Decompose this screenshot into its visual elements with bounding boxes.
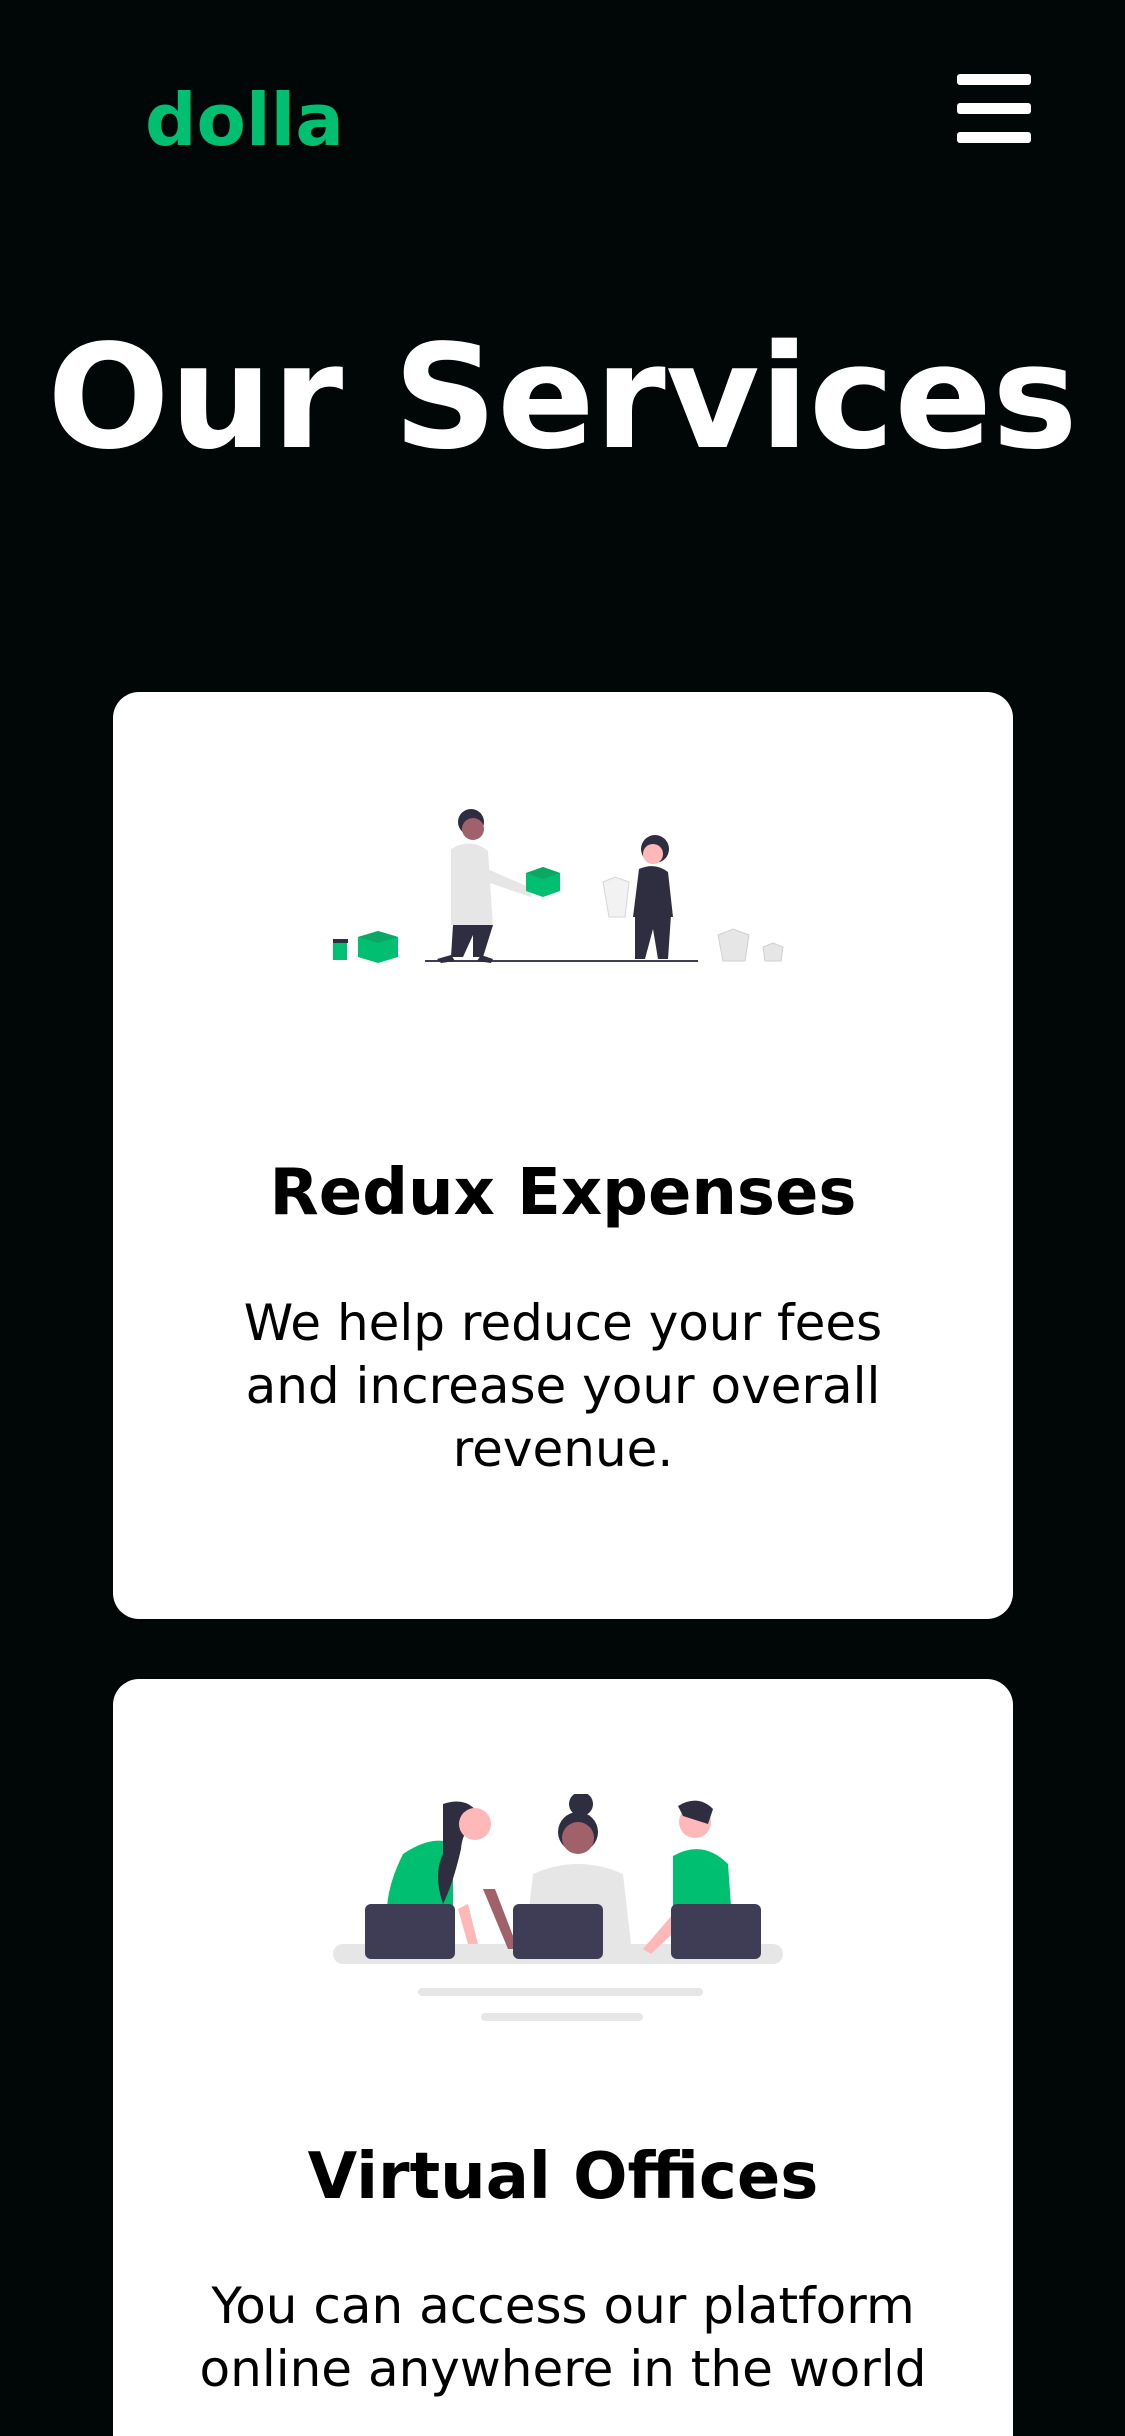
section-title: Our Services: [47, 313, 1078, 481]
menu-bar-top: [957, 74, 1031, 85]
team-working-illustration: [333, 1794, 783, 2021]
card-description: You can access our platform online anywh…: [199, 2277, 927, 2398]
navbar: dolla: [0, 0, 1125, 240]
hamburger-menu-icon[interactable]: [955, 70, 1033, 146]
service-card-redux-expenses: Redux Expenses We help reduce your fees …: [113, 692, 1013, 1619]
menu-bar-bottom: [957, 132, 1031, 143]
logo-link[interactable]: dolla: [145, 78, 344, 162]
card-title: Redux Expenses: [269, 1156, 857, 1230]
card-description: We help reduce your fees and increase yo…: [243, 1294, 883, 1478]
service-card-virtual-offices: Virtual Offices You can access our platf…: [113, 1679, 1013, 2436]
menu-bar-middle: [957, 103, 1031, 114]
card-title: Virtual Offices: [307, 2140, 819, 2214]
delivery-illustration: [333, 809, 784, 963]
